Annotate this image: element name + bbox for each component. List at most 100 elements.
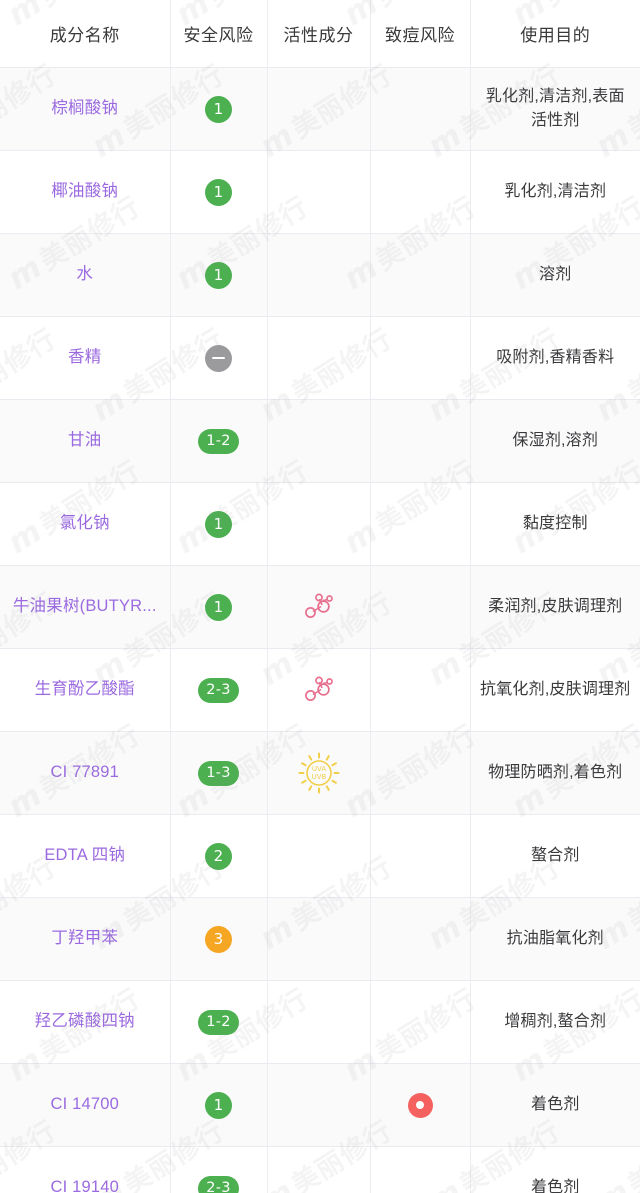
- ingredient-name-cell[interactable]: 甘油: [0, 399, 171, 483]
- ingredient-name: 丁羟甲苯: [51, 929, 119, 948]
- safety-risk-badge: [205, 344, 232, 372]
- usage-purpose-text: 柔润剂,皮肤调理剂: [488, 598, 623, 615]
- acne-risk-cell: [370, 980, 471, 1064]
- safety-risk-cell: 1: [170, 150, 268, 234]
- acne-risk-cell: [370, 648, 471, 732]
- safety-risk-cell: 1-2: [170, 399, 268, 483]
- safety-badge-wrapper: 1: [171, 95, 267, 123]
- ingredient-name-cell[interactable]: 生育酚乙酸酯: [0, 648, 171, 732]
- safety-risk-badge: 1: [205, 593, 232, 621]
- usage-purpose-cell: 保湿剂,溶剂: [470, 399, 640, 483]
- ingredient-name: 椰油酸钠: [51, 182, 119, 201]
- usage-purpose-cell: 增稠剂,螯合剂: [470, 980, 640, 1064]
- table-row[interactable]: 甘油 1-2 保湿剂,溶剂: [0, 399, 640, 483]
- usage-purpose-cell: 柔润剂,皮肤调理剂: [470, 565, 640, 649]
- table-row[interactable]: 椰油酸钠 1 乳化剂,清洁剂: [0, 150, 640, 234]
- safety-risk-cell: 1: [170, 482, 268, 566]
- safety-risk-cell: 1: [170, 67, 268, 151]
- table-row[interactable]: CI 14700 1 着色剂: [0, 1063, 640, 1147]
- ingredient-name: 氯化钠: [59, 514, 110, 533]
- acne-risk-cell: [370, 233, 471, 317]
- ingredient-name: 牛油果树(BUTYR...: [12, 597, 157, 616]
- acne-dot-icon: [407, 1092, 433, 1118]
- ingredient-name: CI 77891: [50, 763, 120, 782]
- safety-risk-badge: 2-3: [198, 1175, 239, 1193]
- usage-purpose-cell: 螯合剂: [470, 814, 640, 898]
- safety-risk-cell: 2-3: [170, 1146, 268, 1193]
- ingredient-name-cell[interactable]: CI 77891: [0, 731, 171, 815]
- ingredient-name-cell[interactable]: 羟乙磷酸四钠: [0, 980, 171, 1064]
- ingredient-name-cell[interactable]: 香精: [0, 316, 171, 400]
- usage-purpose-text: 黏度控制: [522, 515, 588, 532]
- uv-sun-icon: UVA UVB: [268, 752, 370, 794]
- safety-risk-cell: 1-2: [170, 980, 268, 1064]
- table-header-row: 成分名称 安全风险 活性成分 致痘风险 使用目的: [0, 0, 640, 68]
- table-row[interactable]: 羟乙磷酸四钠 1-2 增稠剂,螯合剂: [0, 980, 640, 1064]
- active-ingredient-cell: [267, 814, 371, 898]
- safety-badge-wrapper: [171, 344, 267, 372]
- safety-badge-wrapper: 1-3: [171, 760, 267, 786]
- safety-badge-wrapper: 2-3: [171, 677, 267, 703]
- table-row[interactable]: 牛油果树(BUTYR... 1 柔润剂,皮肤调理剂: [0, 565, 640, 649]
- table-row[interactable]: 生育酚乙酸酯 2-3 抗氧化剂,皮肤调理剂: [0, 648, 640, 732]
- ingredient-name-cell[interactable]: 丁羟甲苯: [0, 897, 171, 981]
- table-row[interactable]: 水 1 溶剂: [0, 233, 640, 317]
- safety-badge-wrapper: 1-2: [171, 428, 267, 454]
- usage-purpose-cell: 着色剂: [470, 1146, 640, 1193]
- active-ingredient-cell: [267, 648, 371, 732]
- ingredient-name: CI 19140: [50, 1178, 120, 1193]
- table-row[interactable]: CI 77891 1-3 UVA UVB 物理防晒剂,着色剂: [0, 731, 640, 815]
- safety-badge-wrapper: 1: [171, 178, 267, 206]
- active-ingredient-cell: [267, 980, 371, 1064]
- safety-badge-wrapper: 2: [171, 842, 267, 870]
- table-row[interactable]: CI 19140 2-3 着色剂: [0, 1146, 640, 1193]
- ingredient-name-cell[interactable]: CI 14700: [0, 1063, 171, 1147]
- ingredient-name-cell[interactable]: 棕榈酸钠: [0, 67, 171, 151]
- usage-purpose-text: 着色剂: [530, 1179, 580, 1193]
- usage-purpose-text: 抗油脂氧化剂: [506, 930, 604, 947]
- table-row[interactable]: EDTA 四钠 2 螯合剂: [0, 814, 640, 898]
- safety-risk-badge: 2-3: [198, 677, 239, 703]
- acne-risk-indicator: [371, 1092, 470, 1118]
- ingredient-name: EDTA 四钠: [44, 846, 126, 865]
- table-row[interactable]: 丁羟甲苯 3 抗油脂氧化剂: [0, 897, 640, 981]
- safety-badge-wrapper: 1: [171, 261, 267, 289]
- safety-risk-badge: 1: [205, 261, 232, 289]
- usage-purpose-text: 着色剂: [530, 1096, 580, 1113]
- safety-risk-cell: 1: [170, 1063, 268, 1147]
- table-row[interactable]: 香精 吸附剂,香精香料: [0, 316, 640, 400]
- usage-purpose-cell: 物理防晒剂,着色剂: [470, 731, 640, 815]
- safety-badge-wrapper: 1-2: [171, 1009, 267, 1035]
- ingredient-name: 生育酚乙酸酯: [34, 680, 135, 699]
- svg-text:UVB: UVB: [311, 773, 326, 781]
- table-row[interactable]: 氯化钠 1 黏度控制: [0, 482, 640, 566]
- usage-purpose-text: 增稠剂,螯合剂: [504, 1013, 607, 1030]
- ingredient-name-cell[interactable]: EDTA 四钠: [0, 814, 171, 898]
- ingredient-table: 成分名称 安全风险 活性成分 致痘风险 使用目的 棕榈酸钠 1 乳化剂,清洁剂,表面活性剂椰…: [0, 0, 640, 1193]
- usage-purpose-text: 保湿剂,溶剂: [512, 432, 599, 449]
- active-ingredient-cell: [267, 1146, 371, 1193]
- active-ingredient-cell: [267, 399, 371, 483]
- usage-purpose-cell: 溶剂: [470, 233, 640, 317]
- active-ingredient-cell: UVA UVB: [267, 731, 371, 815]
- safety-badge-wrapper: 2-3: [171, 1175, 267, 1193]
- table-row[interactable]: 棕榈酸钠 1 乳化剂,清洁剂,表面活性剂: [0, 67, 640, 151]
- ingredient-name: 香精: [68, 348, 102, 367]
- column-header-use: 使用目的: [470, 0, 640, 68]
- active-ingredient-cell: [267, 233, 371, 317]
- usage-purpose-text: 物理防晒剂,着色剂: [488, 764, 623, 781]
- safety-risk-badge: 1: [205, 1091, 232, 1119]
- ingredient-name-cell[interactable]: 水: [0, 233, 171, 317]
- ingredient-name: 羟乙磷酸四钠: [34, 1012, 135, 1031]
- safety-risk-badge: 1-3: [198, 760, 239, 786]
- ingredient-name-cell[interactable]: 牛油果树(BUTYR...: [0, 565, 171, 649]
- safety-badge-wrapper: 3: [171, 925, 267, 953]
- ingredient-name-cell[interactable]: 椰油酸钠: [0, 150, 171, 234]
- ingredient-name-cell[interactable]: 氯化钠: [0, 482, 171, 566]
- table-body: 棕榈酸钠 1 乳化剂,清洁剂,表面活性剂 椰油酸钠 1 乳化剂,清洁剂水 1 溶剂 香精 吸附剂,…: [0, 67, 640, 1193]
- svg-text:UVA: UVA: [311, 765, 325, 773]
- ingredient-name: 棕榈酸钠: [51, 99, 119, 118]
- ingredient-name-cell[interactable]: CI 19140: [0, 1146, 171, 1193]
- column-header-name: 成分名称: [0, 0, 171, 68]
- safety-risk-cell: 3: [170, 897, 268, 981]
